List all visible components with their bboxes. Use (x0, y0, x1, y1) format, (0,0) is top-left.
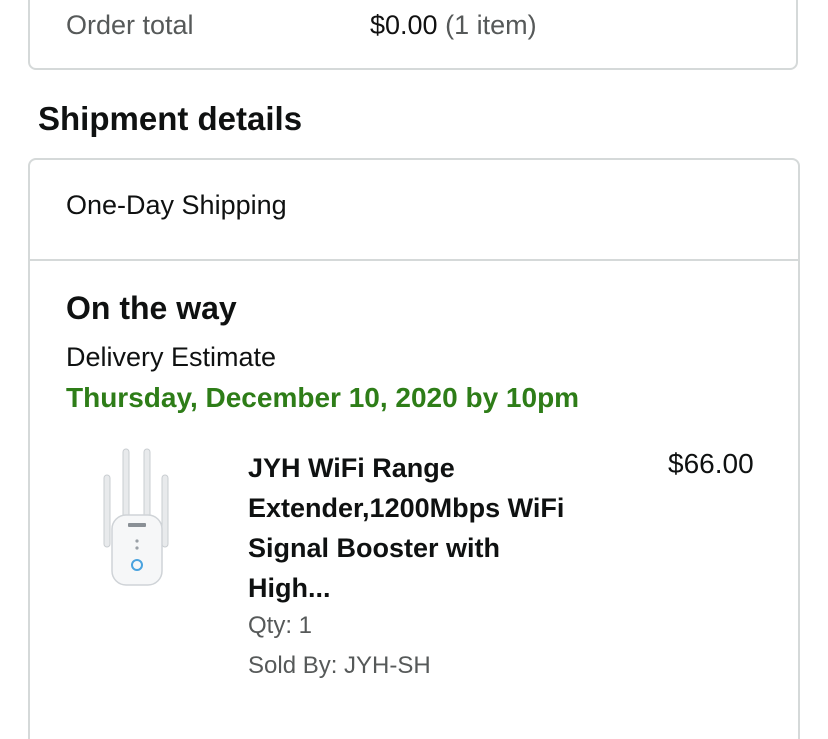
order-total-value: $0.00 (1 item) (370, 10, 537, 41)
shipment-card: One-Day Shipping On the way Delivery Est… (28, 158, 800, 739)
product-title-link[interactable]: JYH WiFi Range Extender,1200Mbps WiFi Si… (248, 448, 578, 608)
shipment-details-title: Shipment details (38, 100, 303, 137)
product-quantity: Qty: 1 (248, 612, 313, 639)
divider (30, 259, 798, 261)
order-details-page: Order total $0.00 (1 item) Shipment deta… (0, 0, 828, 739)
order-summary-card: Order total $0.00 (1 item) (28, 0, 798, 70)
delivery-estimate-date: Thursday, December 10, 2020 by 10pm (66, 382, 580, 413)
wifi-extender-product-image[interactable] (96, 445, 184, 595)
shipping-method: One-Day Shipping (66, 190, 287, 220)
order-total-amount: $0.00 (370, 10, 438, 40)
delivery-estimate-label: Delivery Estimate (66, 342, 277, 372)
product-price: $66.00 (668, 448, 754, 479)
order-total-label: Order total (66, 10, 194, 40)
order-item-count: (1 item) (445, 10, 537, 40)
product-seller: Sold By: JYH-SH (248, 652, 431, 679)
shipment-status: On the way (66, 290, 237, 326)
